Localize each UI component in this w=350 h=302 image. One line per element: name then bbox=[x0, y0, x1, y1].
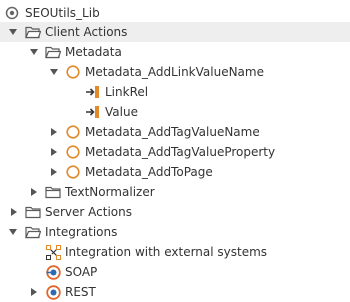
tree-item-metadata-addtagvaluename[interactable]: Metadata_AddTagValueName bbox=[0, 122, 350, 142]
tree-item-label: SEOUtils_Lib bbox=[25, 6, 100, 20]
tree-item-seoutils-lib[interactable]: SEOUtils_Lib bbox=[0, 3, 350, 23]
input-parameter-icon bbox=[85, 104, 101, 120]
client-action-icon bbox=[65, 124, 81, 140]
tree-item-metadata-addlinkvaluename[interactable]: Metadata_AddLinkValueName bbox=[0, 62, 350, 82]
client-action-icon bbox=[65, 144, 81, 160]
tree-item-linkrel[interactable]: LinkRel bbox=[0, 82, 350, 102]
tree-item-label: REST bbox=[65, 285, 96, 299]
chevron-down-icon[interactable] bbox=[8, 227, 18, 237]
tree-item-soap[interactable]: SOAP bbox=[0, 262, 350, 282]
tree-item-label: Server Actions bbox=[45, 205, 132, 219]
chevron-right-icon[interactable] bbox=[29, 187, 39, 197]
tree-item-label: Client Actions bbox=[45, 25, 128, 39]
chevron-right-icon[interactable] bbox=[9, 207, 19, 217]
folder-icon bbox=[45, 184, 61, 200]
tree-item-label: Integrations bbox=[45, 225, 118, 239]
tree-item-value[interactable]: Value bbox=[0, 102, 350, 122]
tree-item-integration-external-systems[interactable]: Integration with external systems bbox=[0, 242, 350, 262]
chevron-right-icon[interactable] bbox=[49, 167, 59, 177]
folder-open-icon bbox=[25, 224, 41, 240]
tree-item-label: Metadata_AddTagValueName bbox=[85, 125, 260, 139]
tree-item-label: Value bbox=[105, 105, 138, 119]
folder-icon bbox=[25, 204, 41, 220]
soap-icon bbox=[45, 264, 61, 280]
client-action-icon bbox=[65, 64, 81, 80]
tree-item-metadata[interactable]: Metadata bbox=[0, 42, 350, 62]
chevron-right-icon[interactable] bbox=[49, 127, 59, 137]
chevron-down-icon[interactable] bbox=[49, 67, 59, 77]
module-icon bbox=[4, 5, 20, 21]
tree-item-label: Integration with external systems bbox=[65, 245, 268, 259]
tree-item-rest[interactable]: REST bbox=[0, 282, 350, 302]
tree-item-textnormalizer[interactable]: TextNormalizer bbox=[0, 182, 350, 202]
tree-item-client-actions[interactable]: Client Actions bbox=[0, 22, 350, 42]
tree-item-metadata-addtopage[interactable]: Metadata_AddToPage bbox=[0, 162, 350, 182]
chevron-down-icon[interactable] bbox=[29, 47, 39, 57]
tree-item-label: Metadata bbox=[65, 45, 122, 59]
chevron-right-icon[interactable] bbox=[29, 287, 39, 297]
tree-item-label: Metadata_AddTagValueProperty bbox=[85, 145, 276, 159]
tree-item-metadata-addtagvalueproperty[interactable]: Metadata_AddTagValueProperty bbox=[0, 142, 350, 162]
folder-open-icon bbox=[25, 24, 41, 40]
folder-open-icon bbox=[45, 44, 61, 60]
tree-item-label: LinkRel bbox=[105, 85, 149, 99]
tree-item-label: Metadata_AddToPage bbox=[85, 165, 213, 179]
tree-item-label: TextNormalizer bbox=[65, 185, 155, 199]
integration-icon bbox=[45, 244, 61, 260]
rest-icon bbox=[45, 284, 61, 300]
module-tree: SEOUtils_Lib Client Actions Metadata Met… bbox=[0, 0, 350, 300]
tree-item-label: Metadata_AddLinkValueName bbox=[85, 65, 264, 79]
tree-item-label: SOAP bbox=[65, 265, 98, 279]
client-action-icon bbox=[65, 164, 81, 180]
chevron-right-icon[interactable] bbox=[49, 147, 59, 157]
chevron-down-icon[interactable] bbox=[8, 27, 18, 37]
tree-item-integrations[interactable]: Integrations bbox=[0, 222, 350, 242]
input-parameter-icon bbox=[85, 84, 101, 100]
tree-item-server-actions[interactable]: Server Actions bbox=[0, 202, 350, 222]
